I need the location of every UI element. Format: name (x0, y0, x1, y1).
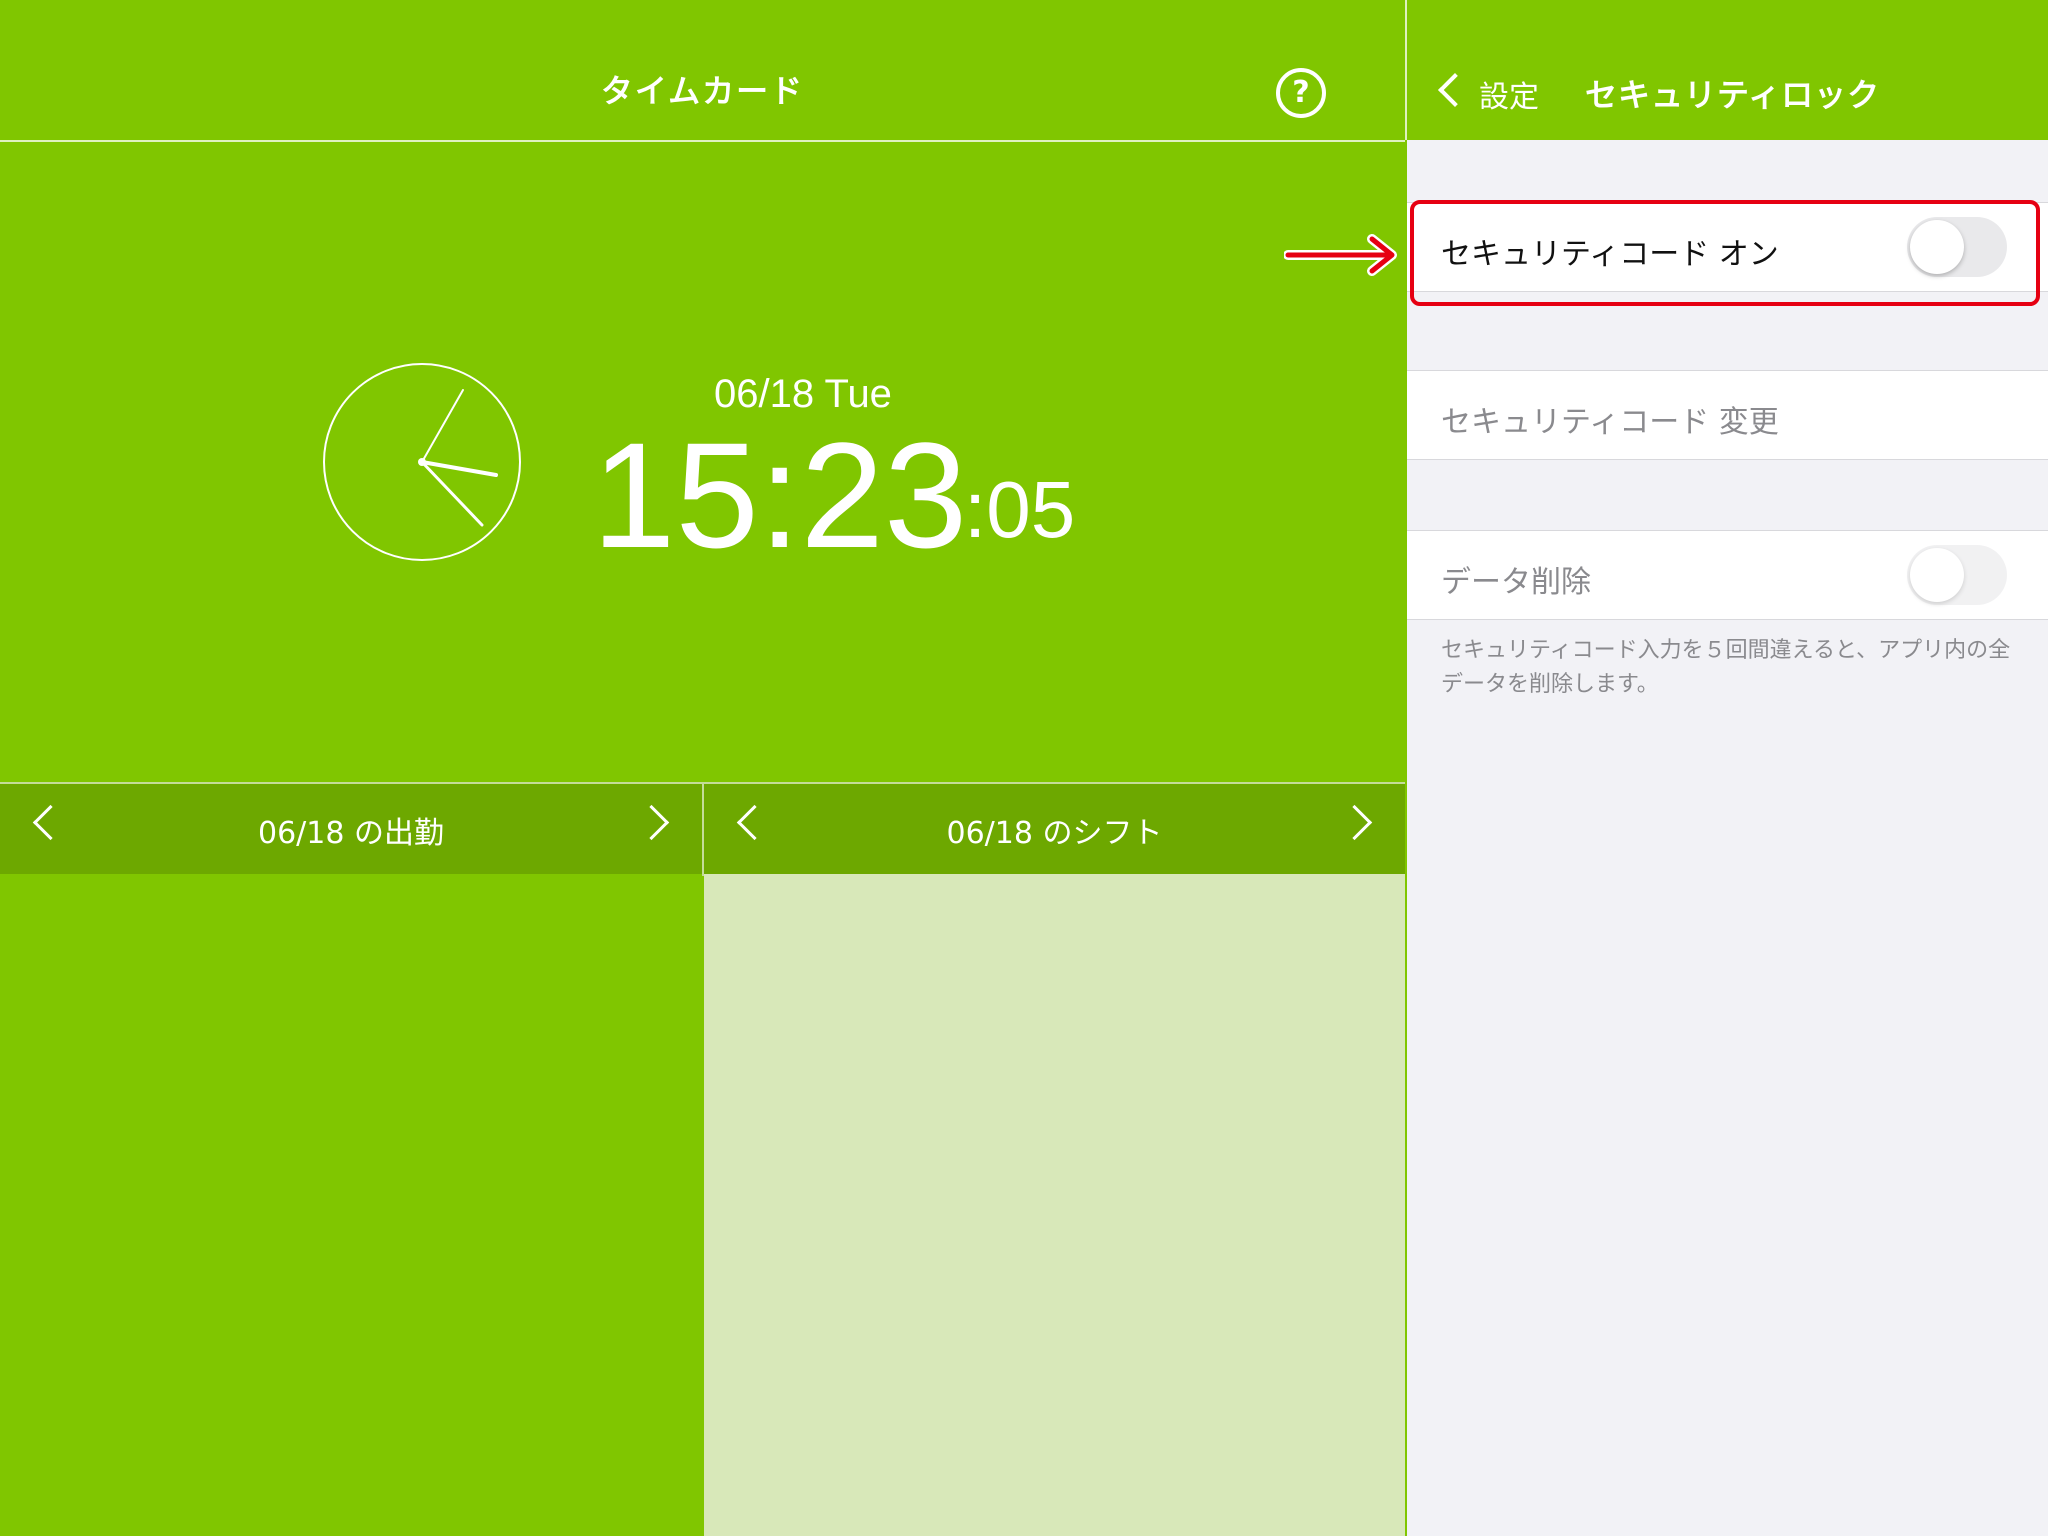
chevron-left-icon (1438, 73, 1472, 107)
current-seconds: :05 (964, 465, 1076, 554)
change-security-code-label: セキュリティコード 変更 (1441, 405, 1779, 440)
attendance-day-label: 06/18 の出勤 (258, 816, 444, 851)
delete-data-toggle[interactable] (1907, 545, 2007, 605)
attendance-day-bar: 06/18 の出勤 (0, 784, 704, 874)
timecard-panel: タイムカード ? 06/18 Tue 15:23 :05 06/18 の出勤 0… (0, 0, 1405, 1536)
clock-center (418, 458, 426, 466)
security-navbar: 設定 セキュリティロック (1407, 0, 2048, 140)
change-security-code-row[interactable]: セキュリティコード 変更 (1407, 370, 2048, 460)
help-button[interactable]: ? (1276, 68, 1326, 118)
page-title: タイムカード (600, 72, 805, 110)
back-label: 設定 (1479, 80, 1539, 115)
shift-content (704, 874, 1405, 1536)
delete-data-footnote: セキュリティコード入力を５回間違えると、アプリ内の全データを削除します。 (1441, 638, 2011, 697)
attendance-content (0, 874, 702, 1536)
delete-data-label: データ削除 (1441, 565, 1591, 600)
day-navigation: 06/18 の出勤 06/18 のシフト (0, 782, 1405, 876)
security-title: セキュリティロック (1585, 76, 1881, 114)
current-time: 15:23 (592, 411, 968, 579)
clock-second-hand (421, 389, 464, 463)
delete-data-row: データ削除 (1407, 530, 2048, 620)
highlight-box (1410, 200, 2040, 306)
pointer-arrow-icon (1284, 234, 1397, 276)
shift-day-bar: 06/18 のシフト (704, 784, 1405, 874)
timecard-navbar: タイムカード ? (0, 0, 1405, 142)
shift-day-label: 06/18 のシフト (946, 816, 1163, 851)
analog-clock-icon (323, 363, 521, 561)
toggle-knob (1910, 548, 1964, 602)
question-circle-icon: ? (1292, 75, 1310, 110)
